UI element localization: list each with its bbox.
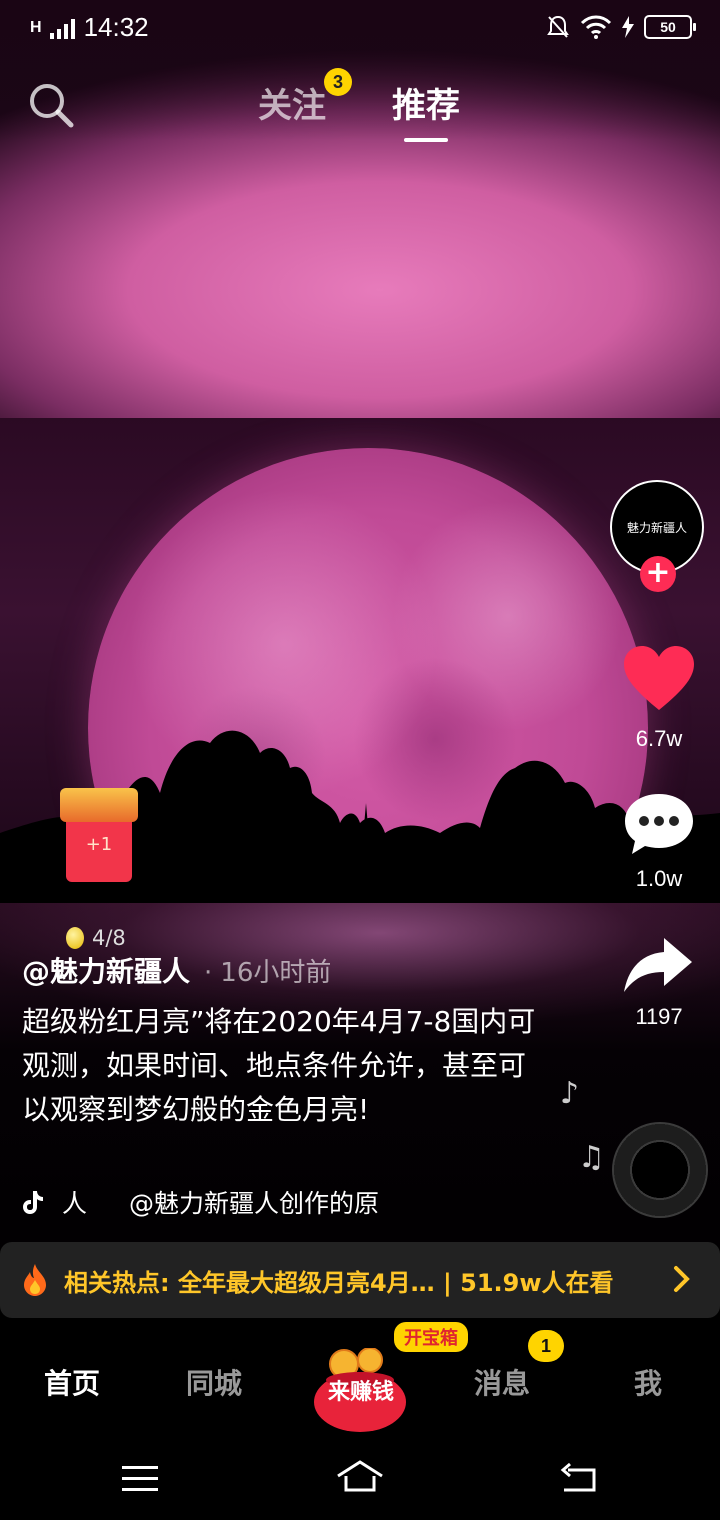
hot-topic-text: 相关热点: 全年最大超级月亮4月… | 51.9w人在看 <box>64 1268 614 1297</box>
signal-icon <box>49 18 75 39</box>
flame-icon <box>24 1264 46 1296</box>
like-count: 6.7w <box>635 726 683 751</box>
status-time: 14:32 <box>83 12 149 42</box>
bottom-nav: 首页 同城 来赚钱 开宝箱 消息 1 我 <box>0 1320 720 1440</box>
messages-badge: 1 <box>528 1330 564 1362</box>
home-icon[interactable] <box>336 1460 384 1494</box>
nav-messages[interactable]: 消息 <box>474 1362 530 1402</box>
author-name[interactable]: @魅力新疆人 <box>22 950 190 990</box>
tiktok-note-icon <box>23 1191 43 1214</box>
top-tabs: 关注 3 推荐 <box>0 68 720 148</box>
nav-me[interactable]: 我 <box>634 1362 662 1402</box>
open-chest-tag[interactable]: 开宝箱 <box>394 1322 468 1352</box>
charging-icon <box>622 16 634 38</box>
tab-follow[interactable]: 关注 <box>258 78 326 127</box>
active-tab-indicator <box>404 138 448 142</box>
music-title-part1: 人 <box>62 1189 88 1218</box>
posted-time: 16小时前 <box>220 958 332 988</box>
tab-recommend[interactable]: 推荐 <box>392 78 460 127</box>
network-type: H <box>30 18 42 36</box>
wifi-icon <box>580 15 612 39</box>
like-heart-icon[interactable] <box>622 644 696 712</box>
follow-plus-button[interactable]: + <box>640 556 676 592</box>
comment-icon[interactable] <box>622 790 696 858</box>
music-notes-icon: ♫ <box>578 1140 605 1175</box>
music-disc[interactable] <box>612 1122 708 1218</box>
coin-progress-text: 4/8 <box>92 926 126 950</box>
status-bar: H 14:32 50 <box>0 0 720 56</box>
video-background-blur-top <box>0 0 720 420</box>
nav-city[interactable]: 同城 <box>186 1362 242 1402</box>
app-screen: H 14:32 50 关注 3 推荐 魅力新疆人 + 6.7w 1.0w 119… <box>0 0 720 1520</box>
system-nav-bar <box>0 1440 720 1520</box>
share-icon[interactable] <box>622 936 694 994</box>
red-packet-coins-top <box>60 788 138 822</box>
music-note-icon: ♪ <box>560 1076 580 1111</box>
separator-dot: · <box>204 958 213 988</box>
avatar-text: 魅力新疆人 <box>626 520 687 535</box>
menu-icon[interactable] <box>122 1464 158 1494</box>
follow-badge: 3 <box>324 68 352 96</box>
comment-count: 1.0w <box>635 866 683 891</box>
gold-egg-icon <box>66 927 84 949</box>
share-count: 1197 <box>635 1004 683 1029</box>
red-packet-label: +1 <box>85 834 113 855</box>
chevron-right-icon <box>674 1266 690 1292</box>
post-description[interactable]: 超级粉红月亮”将在2020年4月7-8国内可观测，如果时间、地点条件允许，甚至可… <box>22 1000 542 1132</box>
author-row: @魅力新疆人 · 16小时前 <box>22 950 331 990</box>
coin-progress: 4/8 <box>66 926 126 950</box>
music-title-part2: @魅力新疆人创作的原 <box>129 1189 380 1218</box>
hot-topic-bar[interactable]: 相关热点: 全年最大超级月亮4月… | 51.9w人在看 <box>0 1242 720 1318</box>
mute-bell-icon <box>547 15 569 38</box>
music-row[interactable]: 人 @魅力新疆人创作的原 <box>22 1184 379 1220</box>
battery-indicator: 50 <box>644 15 696 39</box>
nav-home[interactable]: 首页 <box>44 1362 100 1402</box>
earn-label[interactable]: 来赚钱 <box>316 1374 406 1406</box>
back-icon[interactable] <box>560 1462 598 1494</box>
